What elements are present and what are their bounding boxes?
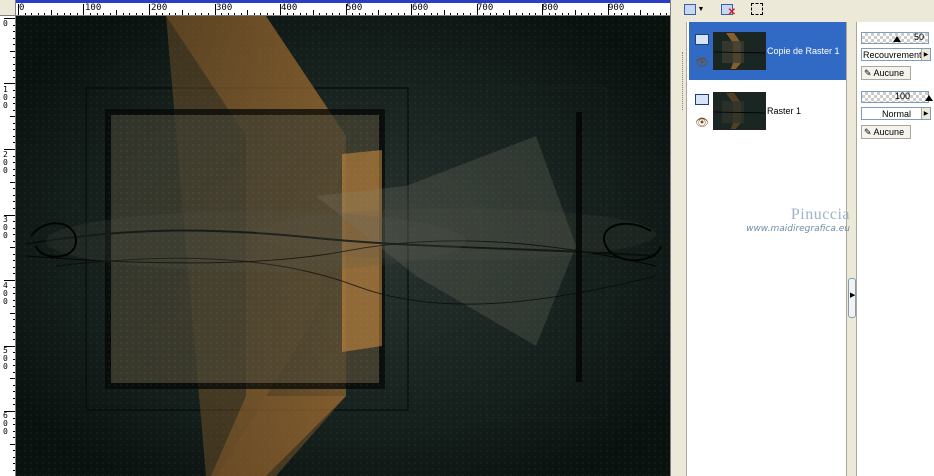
layer-name: Copie de Raster 1: [767, 46, 840, 56]
ruler-ticks-horizontal: [18, 4, 667, 15]
blend-mode-select[interactable]: Recouvrement ▶: [861, 48, 931, 61]
ruler-label: 0: [3, 19, 8, 28]
blend-mode-value: Recouvrement: [863, 50, 922, 60]
layer-props-copie-de-raster-1: 50 Recouvrement ▶ ✎ Aucune: [859, 26, 934, 84]
mask-label: Aucune: [873, 127, 905, 137]
layer-row-raster-1[interactable]: 👁 Raster 1: [689, 82, 847, 140]
mask-button[interactable]: ✎ Aucune: [861, 66, 911, 80]
palette-splitter[interactable]: ▶: [846, 22, 856, 476]
new-layer-dropdown-button[interactable]: ▼: [680, 0, 708, 18]
layer-tree-connector: [682, 52, 686, 110]
watermark-url: www.maidiregrafica.eu: [746, 224, 850, 234]
opacity-value: 50: [913, 32, 924, 42]
delete-layer-button[interactable]: ✕: [718, 0, 736, 18]
opacity-slider[interactable]: 100: [861, 91, 929, 103]
chevron-right-icon: ▶: [921, 49, 930, 60]
ruler-label: 300: [3, 215, 8, 240]
ruler-label: 0: [19, 3, 25, 13]
layer-properties-column: 50 Recouvrement ▶ ✎ Aucune 100 Normal ▶ …: [856, 22, 934, 476]
ruler-label: 400: [3, 281, 8, 306]
author-watermark: Pinuccia www.maidiregrafica.eu: [730, 206, 850, 234]
ruler-label: 500: [3, 346, 8, 371]
blend-mode-select[interactable]: Normal ▶: [861, 107, 931, 120]
layer-thumbnail: [713, 92, 766, 130]
blend-mode-value: Normal: [881, 109, 911, 119]
mask-button[interactable]: ✎ Aucune: [861, 125, 911, 139]
ruler-label: 200: [3, 150, 8, 175]
eye-visibility-icon[interactable]: 👁: [695, 58, 709, 69]
ruler-vertical: 0 100 200 300 400 500 600: [0, 16, 16, 476]
chevron-down-icon: ▼: [697, 5, 705, 13]
chevron-right-icon: ▶: [921, 108, 930, 119]
ruler-label: 200: [151, 3, 168, 13]
opacity-slider-thumb[interactable]: [925, 95, 933, 101]
opacity-value: 100: [894, 91, 910, 101]
canvas-artwork: [16, 16, 670, 476]
layer-properties-button[interactable]: [748, 0, 766, 18]
raster-layer-icon: [695, 94, 709, 105]
ruler-label: 600: [3, 411, 8, 436]
splitter-grip[interactable]: ▶: [848, 278, 856, 318]
ruler-label: 100: [85, 3, 102, 13]
brush-icon: ✎: [864, 67, 872, 78]
psp-workspace: 0 100 200 300 400 500 600 700 800 900 0 …: [0, 0, 934, 476]
chevron-right-icon: ▶: [850, 292, 856, 299]
watermark-title: Pinuccia: [790, 206, 850, 223]
ruler-label: 800: [542, 3, 559, 13]
ruler-label: 100: [3, 85, 8, 110]
raster-layer-icon: [695, 34, 709, 45]
image-canvas[interactable]: [16, 16, 670, 476]
ruler-label: 400: [281, 3, 298, 13]
eye-visibility-icon[interactable]: 👁: [695, 118, 709, 129]
delete-layer-icon: ✕: [721, 3, 736, 17]
new-layer-icon: [683, 3, 696, 15]
ruler-label: 900: [608, 3, 625, 13]
layers-palette: 👁 Copie de Raster 1 👁 Raster 1: [682, 22, 847, 476]
layer-props-raster-1: 100 Normal ▶ ✎ Aucune: [859, 85, 934, 143]
ruler-horizontal: 0 100 200 300 400 500 600 700 800 900: [16, 0, 670, 16]
layers-toolbar: ▼ ✕: [676, 0, 934, 20]
ruler-label: 300: [216, 3, 233, 13]
opacity-slider-thumb[interactable]: [893, 36, 901, 42]
ruler-label: 600: [412, 3, 429, 13]
brush-icon: ✎: [864, 126, 872, 137]
panel-separator[interactable]: [670, 0, 676, 476]
mask-label: Aucune: [873, 68, 905, 78]
ruler-label: 700: [477, 3, 494, 13]
ruler-label: 500: [346, 3, 363, 13]
ruler-corner: [0, 0, 16, 16]
selection-icon: [751, 3, 763, 15]
layer-name: Raster 1: [767, 106, 802, 116]
layer-thumbnail: [713, 32, 766, 70]
layer-row-copie-de-raster-1[interactable]: 👁 Copie de Raster 1: [689, 22, 847, 80]
